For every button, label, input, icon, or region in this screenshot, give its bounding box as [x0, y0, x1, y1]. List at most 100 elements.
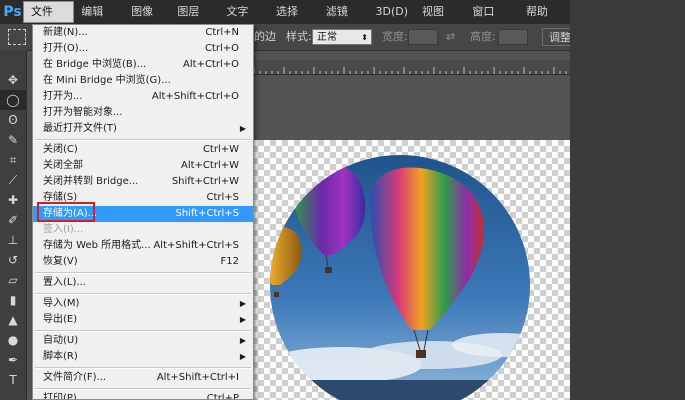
menu-item-label: 脚本(R)	[43, 351, 78, 362]
menu-bar: Ps 文件(F) 编辑(E) 图像(I) 图层(L) 文字(Y) 选择(S) 滤…	[0, 0, 570, 40]
menu-layer[interactable]: 图层(L)	[170, 1, 219, 40]
menu-item-label: 打印(P)...	[43, 393, 87, 400]
chevron-right-icon: ▶	[239, 352, 246, 361]
gradient-icon[interactable]: ▮	[0, 290, 26, 310]
blur-icon[interactable]: ▲	[0, 310, 26, 330]
chevron-right-icon: ▶	[239, 124, 246, 133]
options-trail-text: 的边	[254, 30, 276, 43]
file-menu-item[interactable]: 自动(U) ▶	[33, 333, 253, 349]
marquee-preset-icon[interactable]	[8, 29, 26, 45]
menu-item-shortcut: Alt+Shift+Ctrl+S	[153, 240, 239, 251]
menu-edit[interactable]: 编辑(E)	[74, 1, 124, 40]
file-menu-item[interactable]: 新建(N)... Ctrl+N	[33, 25, 253, 41]
marquee-icon[interactable]: ◯	[0, 90, 26, 110]
menu-item-shortcut: Ctrl+P	[206, 393, 239, 400]
swap-icon[interactable]: ⇄	[446, 24, 455, 50]
document-canvas[interactable]	[252, 140, 570, 400]
menu-item-label: 关闭全部	[43, 160, 83, 171]
file-menu-dropdown: 新建(N)... Ctrl+N 打开(O)... Ctrl+O 在 Bridge 中浏览…	[32, 24, 254, 400]
file-menu-item[interactable]: 导入(M) ▶	[33, 296, 253, 312]
menu-item-shortcut: Ctrl+S	[206, 192, 239, 203]
menu-item-label: 文件简介(F)...	[43, 372, 107, 383]
menu-item-label: 置入(L)...	[43, 277, 86, 288]
menu-filter[interactable]: 滤镜(T)	[319, 1, 369, 40]
photoshop-window: Ps 文件(F) 编辑(E) 图像(I) 图层(L) 文字(Y) 选择(S) 滤…	[0, 0, 582, 400]
brush-icon[interactable]: ✐	[0, 210, 26, 230]
file-menu-item[interactable]: 打开为智能对象...	[33, 105, 253, 121]
menu-file[interactable]: 文件(F)	[23, 1, 75, 38]
file-menu-item[interactable]: 导出(E) ▶	[33, 312, 253, 328]
file-menu-item[interactable]: 恢复(V) F12	[33, 254, 253, 270]
menu-help[interactable]: 帮助(H)	[519, 1, 570, 40]
app-logo: Ps	[3, 4, 22, 20]
eyedropper-icon[interactable]: ⟋	[0, 170, 26, 190]
chevron-right-icon: ▶	[239, 315, 246, 324]
width-input[interactable]	[408, 29, 438, 45]
menu-separator	[35, 139, 251, 141]
menu-separator	[35, 330, 251, 332]
menu-image[interactable]: 图像(I)	[124, 1, 170, 40]
file-menu-item[interactable]: 在 Mini Bridge 中浏览(G)...	[33, 73, 253, 89]
file-menu-item[interactable]: 置入(L)...	[33, 275, 253, 291]
style-select[interactable]: 正常 ⬍	[312, 29, 372, 45]
file-menu-item[interactable]: 存储(S) Ctrl+S	[33, 190, 253, 206]
crop-icon[interactable]: ⌗	[0, 150, 26, 170]
file-menu-item[interactable]: 打开(O)... Ctrl+O	[33, 41, 253, 57]
chevron-right-icon: ▶	[239, 336, 246, 345]
menu-window[interactable]: 窗口(W)	[465, 1, 519, 40]
menu-item-shortcut: Ctrl+N	[205, 27, 239, 38]
menu-item-shortcut: Alt+Shift+Ctrl+I	[156, 372, 239, 383]
file-menu-item[interactable]: 脚本(R) ▶	[33, 349, 253, 365]
dodge-icon[interactable]: ●	[0, 330, 26, 350]
move-icon[interactable]: ✥	[0, 70, 26, 90]
menu-item-label: 自动(U)	[43, 335, 79, 346]
chevron-right-icon: ▶	[239, 299, 246, 308]
quick-select-icon[interactable]: ✎	[0, 130, 26, 150]
menu-item-label: 关闭并转到 Bridge...	[43, 176, 139, 187]
menu-item-label: 在 Mini Bridge 中浏览(G)...	[43, 75, 171, 86]
file-menu-item[interactable]: 关闭并转到 Bridge... Shift+Ctrl+W	[33, 174, 253, 190]
menu-select[interactable]: 选择(S)	[269, 1, 319, 40]
file-menu-item[interactable]: 存储为 Web 所用格式... Alt+Shift+Ctrl+S	[33, 238, 253, 254]
style-label: 样式:	[286, 30, 312, 43]
balloon-photo	[270, 155, 530, 400]
file-menu-item[interactable]: 关闭全部 Alt+Ctrl+W	[33, 158, 253, 174]
file-menu-item[interactable]: 最近打开文件(T) ▶	[33, 121, 253, 137]
menu-separator	[35, 272, 251, 274]
menu-item-label: 导入(M)	[43, 298, 80, 309]
menu-3d[interactable]: 3D(D)	[368, 1, 415, 23]
menu-item-shortcut: Ctrl+O	[204, 43, 239, 54]
height-label: 高度:	[470, 30, 496, 43]
menu-item-label: 签入(I)...	[43, 224, 84, 235]
width-label: 宽度:	[382, 30, 408, 43]
menu-type[interactable]: 文字(Y)	[219, 1, 269, 40]
file-menu-item[interactable]: 关闭(C) Ctrl+W	[33, 142, 253, 158]
menu-item-shortcut: Ctrl+W	[202, 144, 239, 155]
pen-icon[interactable]: ✒	[0, 350, 26, 370]
menu-separator	[35, 293, 251, 295]
menu-item-shortcut: F12	[220, 256, 239, 267]
height-input[interactable]	[498, 29, 528, 45]
lasso-icon[interactable]: ʘ	[0, 110, 26, 130]
chevron-updown-icon: ⬍	[361, 33, 368, 42]
menu-item-label: 导出(E)	[43, 314, 78, 325]
menu-separator	[35, 367, 251, 369]
menu-item-label: 最近打开文件(T)	[43, 123, 117, 134]
menu-view[interactable]: 视图(V)	[415, 1, 465, 40]
type-icon[interactable]: T	[0, 370, 26, 390]
file-menu-item[interactable]: 打开为... Alt+Shift+Ctrl+O	[33, 89, 253, 105]
toolbox: ✥ ◯ ʘ ✎ ⌗ ⟋ ✚ ✐ ⊥ ↺ ▱ ▮ ▲ ● ✒ T	[0, 50, 27, 400]
eraser-icon[interactable]: ▱	[0, 270, 26, 290]
menu-item-label: 存储(S)	[43, 192, 78, 203]
file-menu-item[interactable]: 在 Bridge 中浏览(B)... Alt+Ctrl+O	[33, 57, 253, 73]
file-menu-item[interactable]: 文件简介(F)... Alt+Shift+Ctrl+I	[33, 370, 253, 386]
menu-item-label: 在 Bridge 中浏览(B)...	[43, 59, 147, 70]
menu-item-shortcut: Alt+Shift+Ctrl+O	[151, 91, 239, 102]
clone-stamp-icon[interactable]: ⊥	[0, 230, 26, 250]
healing-brush-icon[interactable]: ✚	[0, 190, 26, 210]
file-menu-item[interactable]: 打印(P)... Ctrl+P	[33, 391, 253, 400]
menu-item-shortcut: Shift+Ctrl+W	[171, 176, 239, 187]
file-menu-item: 签入(I)...	[33, 222, 253, 238]
file-menu-item[interactable]: 存储为(A)... Shift+Ctrl+S	[33, 206, 253, 222]
history-brush-icon[interactable]: ↺	[0, 250, 26, 270]
